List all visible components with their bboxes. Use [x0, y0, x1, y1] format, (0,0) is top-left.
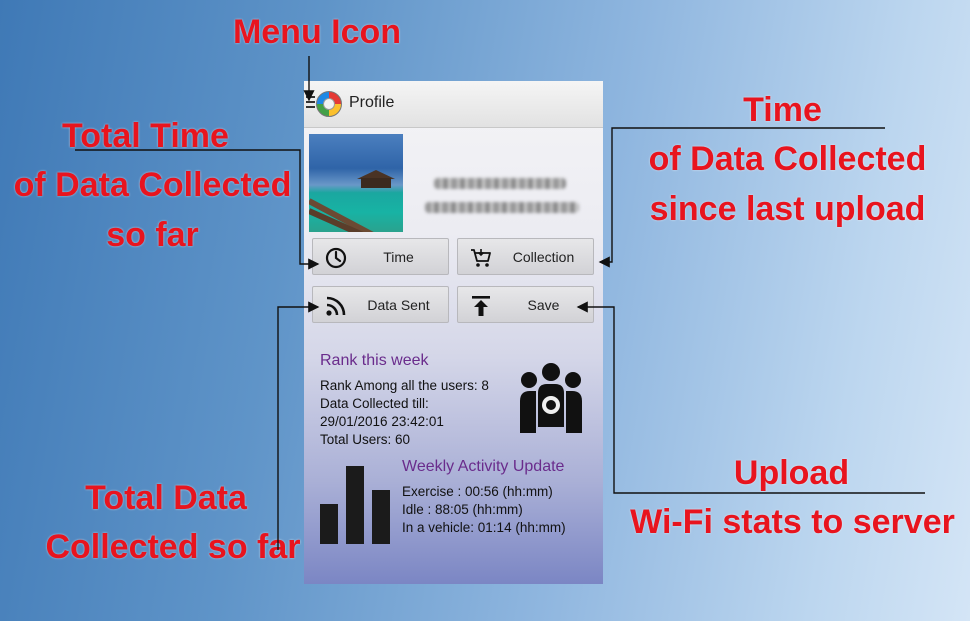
- callout-leader-lines: [75, 56, 925, 550]
